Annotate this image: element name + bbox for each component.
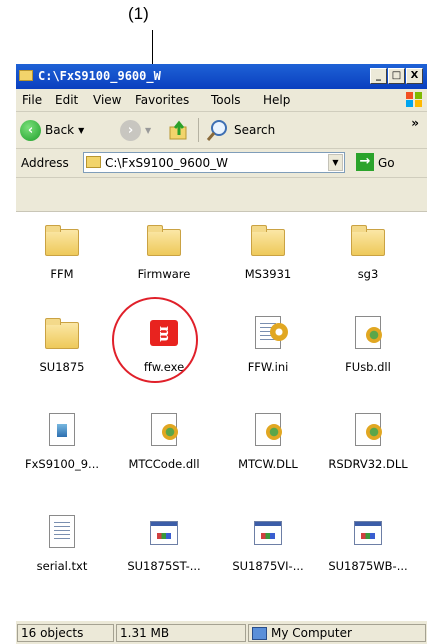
file-item[interactable]: serial.txt	[17, 515, 107, 573]
go-arrow-icon[interactable]: →	[356, 153, 374, 171]
folder-icon	[147, 225, 181, 256]
folder-icon	[45, 318, 79, 349]
toolbar: ‹ Back ▼ › ▼ Search »	[16, 112, 427, 149]
file-item[interactable]: SU1875	[17, 316, 107, 374]
status-object-count: 16 objects	[17, 624, 114, 642]
status-bar: 16 objects 1.31 MB My Computer	[16, 621, 427, 644]
file-name: SU1875	[39, 360, 85, 374]
title-bar[interactable]: C:\FxS9100_9600_W _ □ X	[16, 64, 427, 89]
file-item[interactable]: SU1875WB-...	[323, 515, 413, 573]
menu-file[interactable]: File	[22, 93, 42, 107]
explorer-window: C:\FxS9100_9600_W _ □ X File Edit View F…	[16, 64, 427, 644]
file-name: MTCW.DLL	[238, 457, 298, 471]
up-folder-button[interactable]	[168, 118, 190, 142]
file-name: MS3931	[244, 267, 292, 281]
highlight-circle	[112, 297, 198, 383]
toolbar-overflow-button[interactable]: »	[411, 116, 419, 130]
menu-help[interactable]: Help	[263, 93, 290, 107]
status-location: My Computer	[248, 624, 426, 642]
toolbar-separator	[198, 118, 199, 142]
settings-file-icon	[255, 316, 288, 349]
file-item[interactable]: MTCCode.dll	[119, 413, 209, 471]
go-button[interactable]: Go	[378, 156, 395, 170]
file-item[interactable]: FFM	[17, 223, 107, 281]
close-button[interactable]: X	[406, 68, 423, 84]
dll-file-icon	[151, 413, 178, 446]
file-name: MTCCode.dll	[128, 457, 200, 471]
forward-arrow-icon: ›	[120, 119, 141, 141]
back-dropdown-icon[interactable]: ▼	[78, 126, 84, 135]
file-item[interactable]: SU1875ST-...	[119, 515, 209, 573]
file-list: FFM Firmware MS3931 sg3 SU1875 ᴟ ffw.exe…	[16, 211, 427, 622]
menu-favorites[interactable]: Favorites	[135, 93, 189, 107]
search-icon	[206, 120, 227, 141]
file-item[interactable]: Firmware	[119, 223, 209, 281]
file-item[interactable]: MTCW.DLL	[223, 413, 313, 471]
folder-icon	[251, 225, 285, 256]
my-computer-icon	[252, 627, 267, 640]
file-name: Firmware	[137, 267, 191, 281]
file-item[interactable]: RSDRV32.DLL	[323, 413, 413, 471]
address-bar: Address C:\FxS9100_9600_W ▼ → Go	[16, 149, 427, 178]
menu-bar: File Edit View Favorites Tools Help	[16, 89, 427, 112]
forward-dropdown-icon[interactable]: ▼	[145, 126, 151, 135]
status-location-label: My Computer	[271, 626, 352, 640]
menu-tools[interactable]: Tools	[211, 93, 241, 107]
address-dropdown-button[interactable]: ▼	[328, 154, 343, 171]
file-name: FxS9100_9...	[24, 457, 100, 471]
dll-file-icon	[355, 413, 382, 446]
file-name: RSDRV32.DLL	[328, 457, 408, 471]
dll-file-icon	[355, 316, 382, 349]
file-name: SU1875VI-...	[232, 559, 304, 573]
back-button[interactable]: ‹ Back ▼	[20, 118, 84, 142]
search-button[interactable]: Search	[206, 118, 275, 142]
status-size: 1.31 MB	[116, 624, 246, 642]
address-label: Address	[21, 156, 69, 170]
file-name: sg3	[357, 267, 379, 281]
minimize-button[interactable]: _	[370, 68, 387, 84]
forward-button[interactable]: › ▼	[120, 118, 151, 142]
maximize-button[interactable]: □	[388, 68, 405, 84]
data-file-icon	[49, 413, 75, 446]
folder-icon	[19, 70, 33, 81]
windows-logo-icon	[406, 92, 422, 107]
file-item[interactable]: SU1875VI-...	[223, 515, 313, 573]
file-name: serial.txt	[36, 559, 88, 573]
back-label: Back	[45, 123, 75, 137]
executable-icon	[354, 521, 382, 545]
file-item[interactable]: FxS9100_9...	[17, 413, 107, 471]
dll-file-icon	[255, 413, 282, 446]
callout-label: (1)	[128, 4, 149, 23]
address-input[interactable]: C:\FxS9100_9600_W ▼	[83, 152, 345, 173]
file-name: FUsb.dll	[345, 360, 391, 374]
window-title: C:\FxS9100_9600_W	[38, 69, 161, 83]
folder-icon	[86, 156, 101, 168]
menu-view[interactable]: View	[93, 93, 121, 107]
file-item[interactable]: FFW.ini	[223, 316, 313, 374]
folder-icon	[351, 225, 385, 256]
text-file-icon	[49, 515, 75, 548]
file-name: FFW.ini	[247, 360, 289, 374]
file-name: SU1875WB-...	[328, 559, 408, 573]
menu-edit[interactable]: Edit	[55, 93, 78, 107]
search-label: Search	[234, 123, 276, 137]
file-item[interactable]: sg3	[323, 223, 413, 281]
folder-icon	[45, 225, 79, 256]
file-item[interactable]: FUsb.dll	[323, 316, 413, 374]
file-name: FFM	[50, 267, 74, 281]
executable-icon	[254, 521, 282, 545]
back-arrow-icon: ‹	[20, 119, 41, 141]
address-value: C:\FxS9100_9600_W	[105, 156, 229, 170]
file-item[interactable]: MS3931	[223, 223, 313, 281]
file-name: SU1875ST-...	[127, 559, 201, 573]
executable-icon	[150, 521, 178, 545]
up-folder-icon	[169, 120, 187, 140]
